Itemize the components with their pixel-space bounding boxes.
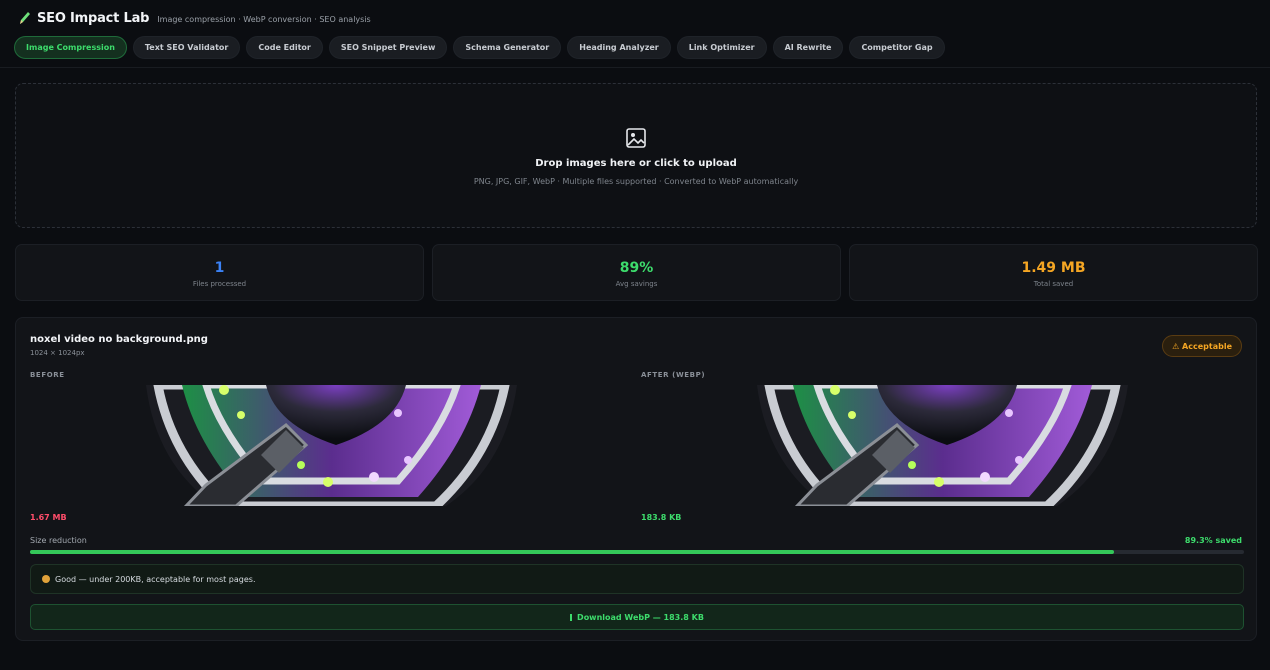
saved-percent: 89.3% saved	[1184, 536, 1242, 545]
stat-files-processed: 1 Files processed	[15, 244, 424, 301]
after-size: 183.8 KB	[641, 513, 682, 522]
size-reduction-bar-fill	[30, 550, 1115, 554]
size-reduction-bar	[30, 550, 1244, 554]
before-label: BEFORE	[30, 371, 65, 379]
stat-total-saved: 1.49 MB Total saved	[849, 244, 1258, 301]
tab-link-optimizer[interactable]: Link Optimizer	[676, 36, 767, 59]
before-size: 1.67 MB	[30, 513, 67, 522]
stat-label: Total saved	[1033, 280, 1074, 288]
before-image	[146, 385, 517, 506]
tab-competitor-gap[interactable]: Competitor Gap	[849, 36, 945, 59]
after-label: AFTER (WEBP)	[641, 371, 706, 379]
size-reduction-label: Size reduction	[30, 536, 87, 545]
quality-note: Good — under 200KB, acceptable for most …	[30, 564, 1244, 594]
tab-seo-snippet-preview[interactable]: SEO Snippet Preview	[328, 36, 448, 59]
app-subtitle: Image compression · WebP conversion · SE…	[157, 14, 371, 24]
tab-heading-analyzer[interactable]: Heading Analyzer	[567, 36, 671, 59]
download-icon	[570, 613, 573, 621]
app-title: SEO Impact Lab	[37, 10, 150, 26]
tab-ai-rewrite[interactable]: AI Rewrite	[772, 36, 844, 59]
compression-result-card: noxel video no background.png 1024 × 102…	[15, 317, 1257, 641]
after-image	[757, 385, 1128, 506]
status-badge: ⚠ Acceptable	[1162, 335, 1242, 357]
stat-label: Files processed	[192, 280, 247, 288]
dropzone-title: Drop images here or click to upload	[535, 158, 737, 169]
stat-value: 1.49 MB	[1021, 260, 1086, 276]
tab-code-editor[interactable]: Code Editor	[246, 36, 323, 59]
quality-note-text: Good — under 200KB, acceptable for most …	[55, 574, 256, 584]
file-name: noxel video no background.png	[30, 334, 208, 345]
header-divider	[0, 67, 1270, 68]
stat-value: 89%	[619, 260, 654, 276]
stats-row: 1 Files processed 89% Avg savings 1.49 M…	[15, 244, 1258, 301]
stat-label: Avg savings	[615, 280, 658, 288]
tab-image-compression[interactable]: Image Compression	[14, 36, 127, 59]
dropzone-subtitle: PNG, JPG, GIF, WebP · Multiple files sup…	[473, 177, 799, 186]
download-webp-button[interactable]: Download WebP — 183.8 KB	[30, 604, 1244, 630]
tab-bar: Image Compression Text SEO Validator Cod…	[14, 36, 945, 59]
stat-value: 1	[214, 260, 225, 276]
file-dimensions: 1024 × 1024px	[30, 349, 85, 357]
download-button-label: Download WebP — 183.8 KB	[577, 612, 704, 622]
stat-avg-savings: 89% Avg savings	[432, 244, 841, 301]
tab-text-seo-validator[interactable]: Text SEO Validator	[132, 36, 241, 59]
face-emoji-icon	[42, 575, 50, 583]
image-upload-icon	[626, 128, 646, 148]
pencil-icon	[20, 12, 30, 24]
app-header: SEO Impact Lab Image compression · WebP …	[18, 10, 371, 26]
upload-dropzone[interactable]: Drop images here or click to upload PNG,…	[15, 83, 1257, 228]
tab-schema-generator[interactable]: Schema Generator	[453, 36, 562, 59]
